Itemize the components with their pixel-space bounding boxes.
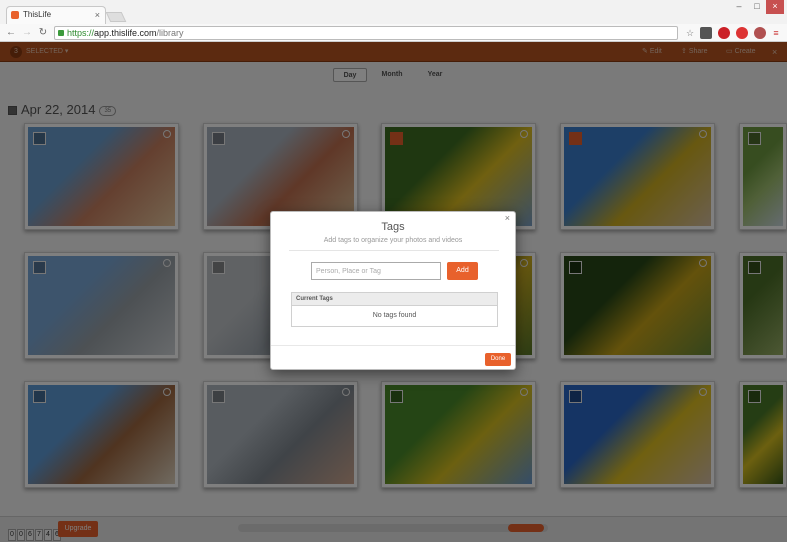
adblock-icon[interactable]	[736, 27, 748, 39]
bookmark-star-icon[interactable]: ☆	[684, 27, 696, 39]
tab-title: ThisLife	[23, 10, 52, 19]
url-scheme: https://	[67, 28, 95, 38]
reload-icon[interactable]: ↻	[36, 26, 50, 40]
dialog-title: Tags	[381, 221, 405, 233]
url-path: /library	[156, 28, 184, 38]
window-close-icon[interactable]: ×	[766, 0, 784, 14]
current-tags-header: Current Tags	[292, 293, 497, 306]
add-tag-button[interactable]: Add	[447, 262, 478, 280]
lock-icon	[58, 30, 64, 36]
done-button[interactable]: Done	[485, 353, 511, 366]
pocket-icon[interactable]	[700, 27, 712, 39]
dialog-subtitle: Add tags to organize your photos and vid…	[323, 237, 463, 244]
address-bar: ← → ↻ https://app.thislife.com/library ☆…	[0, 24, 787, 42]
browser-menu-icon[interactable]: ≡	[770, 27, 782, 39]
maximize-icon[interactable]: □	[748, 0, 766, 14]
extension-icon[interactable]	[754, 27, 766, 39]
browser-tab[interactable]: ThisLife ×	[6, 6, 106, 24]
back-icon[interactable]: ←	[4, 26, 18, 40]
new-tab-button[interactable]	[105, 12, 127, 22]
forward-icon[interactable]: →	[20, 26, 34, 40]
tag-input[interactable]	[311, 262, 441, 280]
tags-dialog: × Tags Add tags to organize your photos …	[270, 211, 516, 370]
url-host: app.thislife.com	[94, 28, 157, 38]
browser-tab-bar: ThisLife × – □ ×	[0, 0, 787, 24]
thislife-favicon-icon	[11, 11, 19, 19]
minimize-icon[interactable]: –	[730, 0, 748, 14]
no-tags-message: No tags found	[372, 312, 417, 319]
divider	[271, 345, 515, 346]
url-field[interactable]: https://app.thislife.com/library	[54, 26, 678, 40]
pinterest-icon[interactable]	[718, 27, 730, 39]
tab-close-icon[interactable]: ×	[95, 7, 100, 23]
divider	[289, 250, 499, 251]
current-tags-panel: Current Tags No tags found	[291, 292, 498, 327]
